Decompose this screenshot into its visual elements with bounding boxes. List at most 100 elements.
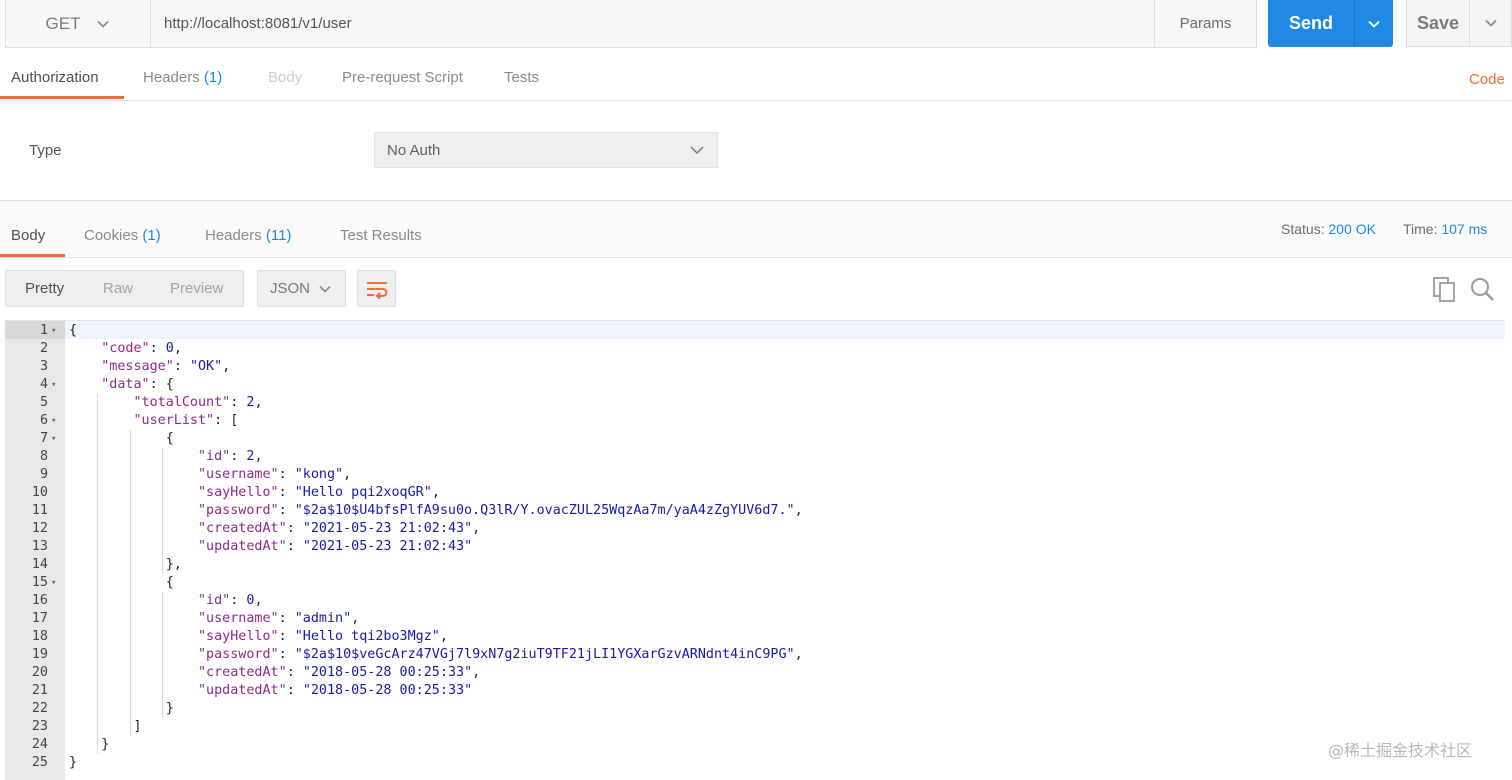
code-line: 14 }, [5,556,1505,574]
fold-toggle-icon[interactable]: ▾ [51,430,56,448]
tab-headers[interactable]: Headers (1) [143,69,222,86]
line-number: 1 [39,323,48,338]
code-line: 4 ▾ "data": { [5,376,1505,394]
code-text: "password": "$2a$10$U4bfsPlfA9su0o.Q3lR/… [198,503,803,518]
code-link[interactable]: Code [1469,71,1505,88]
line-number: 23 [31,719,48,734]
request-bar: GET http://localhost:8081/v1/user Params [5,0,1257,48]
fold-toggle-icon[interactable]: ▾ [51,412,56,430]
code-text: "username": "kong", [198,467,352,482]
code-text: } [69,701,174,716]
code-text: ] [69,719,142,734]
fold-toggle-icon[interactable]: ▾ [51,376,56,394]
code-text: { [69,575,174,590]
chevron-down-icon [97,20,110,28]
raw-button[interactable]: Raw [103,280,133,297]
code-line: 3 "message": "OK", [5,358,1505,376]
code-line: 10 "sayHello": "Hello pqi2xoqGR", [5,484,1505,502]
chevron-down-icon [1368,20,1380,28]
tab-tests[interactable]: Tests [504,69,539,86]
copy-icon[interactable] [1432,275,1458,303]
pretty-button[interactable]: Pretty [25,280,64,297]
format-value: JSON [270,280,311,297]
line-number: 22 [31,701,48,716]
active-tab-indicator [0,254,65,257]
tab-authorization[interactable]: Authorization [11,69,99,86]
send-button-group: Send [1268,0,1393,47]
tab-response-headers[interactable]: Headers (11) [205,227,291,244]
line-number: 13 [31,539,48,554]
time-label: Time: [1403,221,1438,237]
active-tab-indicator [0,96,124,99]
code-line: 8 "id": 2, [5,448,1505,466]
code-text: "sayHello": "Hello pqi2xoqGR", [198,485,440,500]
code-text: { [69,323,78,338]
code-text: }, [69,557,182,572]
code-line: 7 ▾ { [5,430,1505,448]
code-text: } [69,737,110,752]
chevron-down-icon [319,285,331,293]
line-number: 14 [31,557,48,572]
line-number: 7 [39,431,48,446]
wrap-lines-button[interactable] [357,270,396,307]
line-number: 21 [31,683,48,698]
url-input[interactable]: http://localhost:8081/v1/user [151,0,1154,47]
save-button-group: Save [1406,0,1512,47]
tab-prerequest-script[interactable]: Pre-request Script [342,69,463,86]
watermark: @稀土掘金技术社区 [1328,741,1473,760]
code-line: 6 ▾ "userList": [ [5,412,1505,430]
code-text: "message": "OK", [101,359,231,374]
code-line: 18 "sayHello": "Hello tqi2bo3Mgz", [5,628,1505,646]
code-line: 24 } [5,736,1505,754]
code-text: { [69,431,174,446]
method-select[interactable]: GET [6,0,151,47]
code-text: "updatedAt": "2018-05-28 00:25:33" [198,683,473,698]
code-line: 9 "username": "kong", [5,466,1505,484]
code-line: 13 "updatedAt": "2021-05-23 21:02:43" [5,538,1505,556]
fold-toggle-icon[interactable]: ▾ [51,574,56,592]
tab-response-headers-label: Headers [205,227,262,244]
code-text: } [69,755,78,770]
code-text: "createdAt": "2018-05-28 00:25:33", [198,665,481,680]
send-button[interactable]: Send [1268,0,1354,47]
request-tabs: Authorization Headers (1) Body Pre-reque… [0,57,1512,101]
line-number: 5 [39,395,48,410]
line-number: 12 [31,521,48,536]
auth-type-value: No Auth [387,141,441,159]
time-value: 107 ms [1441,221,1488,237]
view-mode-group: Pretty Raw Preview [5,270,244,307]
code-text: "userList": [ [133,413,239,428]
response-body-editor[interactable]: 1 ▾{2 "code": 0, 3 "message": "OK", 4 ▾ "dat… [5,320,1505,780]
line-number: 3 [39,359,48,374]
code-line: 1 ▾ { [5,322,1505,340]
code-text: "data": { [101,377,174,392]
tab-body[interactable]: Body [268,69,302,86]
code-text: "password": "$2a$10$veGcArz47VGj7l9xN7g2… [198,647,803,662]
code-text: "username": "admin", [198,611,360,626]
line-number: 24 [31,737,48,752]
auth-type-select[interactable]: No Auth [374,132,718,168]
tab-headers-count: (1) [203,69,223,86]
params-button[interactable]: Params [1154,0,1256,47]
save-options-button[interactable] [1469,0,1511,46]
preview-button[interactable]: Preview [170,280,223,297]
fold-toggle-icon[interactable]: ▾ [51,322,56,340]
tab-response-body[interactable]: Body [11,227,45,244]
code-line: 21 "updatedAt": "2018-05-28 00:25:33" [5,682,1505,700]
tab-test-results[interactable]: Test Results [340,227,422,244]
auth-type-label: Type [29,142,62,159]
line-number: 17 [31,611,48,626]
code-text: "code": 0, [101,341,182,356]
save-button[interactable]: Save [1407,0,1469,46]
line-number: 25 [31,755,48,770]
code-line: 23 ] [5,718,1505,736]
tab-response-headers-count: (11) [265,227,292,244]
tab-cookies[interactable]: Cookies (1) [84,227,161,244]
format-select[interactable]: JSON [257,270,346,307]
line-number: 6 [39,413,48,428]
line-number: 20 [31,665,48,680]
code-line: 19 "password": "$2a$10$veGcArz47VGj7l9xN… [5,646,1505,664]
send-options-button[interactable] [1354,0,1393,47]
search-icon[interactable] [1469,275,1495,303]
code-line: 12 "createdAt": "2021-05-23 21:02:43", [5,520,1505,538]
